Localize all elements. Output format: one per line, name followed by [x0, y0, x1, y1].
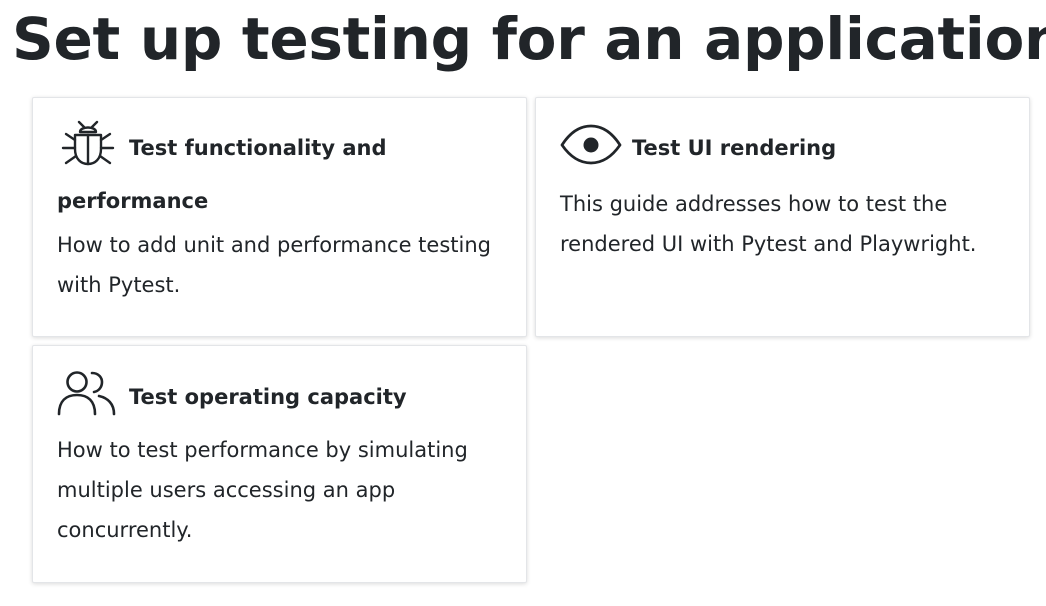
users-icon — [57, 367, 119, 417]
page-title: Set up testing for an application — [12, 5, 1046, 73]
card-heading: Test operating capacity — [57, 371, 502, 424]
card-title: Test UI rendering — [632, 136, 837, 160]
card-description: How to add unit and performance testing … — [57, 233, 491, 297]
card-test-operating-capacity[interactable]: Test operating capacity How to test perf… — [32, 345, 527, 583]
card-description: This guide addresses how to test the ren… — [560, 192, 977, 256]
card-test-ui-rendering[interactable]: Test UI rendering This guide addresses h… — [535, 97, 1030, 337]
eye-icon — [560, 118, 622, 168]
card-title: Test operating capacity — [129, 385, 407, 409]
card-description: How to test performance by simulating mu… — [57, 438, 468, 542]
card-heading: Test functionality and performance — [57, 120, 502, 228]
card-test-functionality[interactable]: Test functionality and performance How t… — [32, 97, 527, 337]
bug-icon — [57, 118, 119, 168]
card-heading: Test UI rendering — [560, 122, 1005, 175]
